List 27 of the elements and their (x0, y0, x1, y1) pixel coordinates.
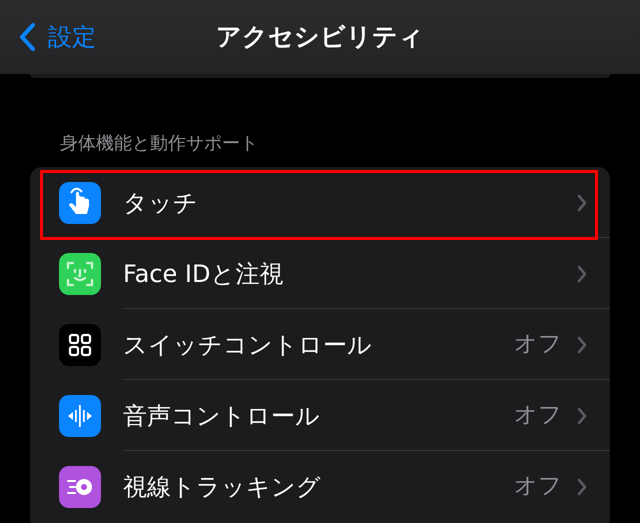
hand-pointer-icon (59, 182, 101, 224)
chevron-right-icon (576, 406, 588, 426)
back-button[interactable]: 設定 (0, 19, 96, 55)
face-scan-icon (59, 252, 101, 294)
row-value: オフ (514, 330, 562, 360)
sound-wave-icon (59, 394, 101, 436)
chevron-right-icon (576, 192, 588, 212)
row-value: オフ (514, 472, 562, 502)
chevron-right-icon (576, 334, 588, 354)
chevron-right-icon (576, 264, 588, 284)
settings-row[interactable]: スイッチコントロール オフ (30, 309, 610, 380)
row-label: 視線トラッキング (123, 472, 322, 502)
chevron-right-icon (576, 476, 588, 496)
row-label: 音声コントロール (123, 400, 321, 432)
settings-row[interactable]: 視線トラッキング オフ (30, 451, 610, 522)
settings-row[interactable]: タッチ (30, 167, 610, 238)
row-label: スイッチコントロール (123, 330, 373, 360)
settings-row[interactable]: Face IDと注視 (30, 238, 610, 309)
window-title: アクセシビリティ (216, 21, 424, 54)
settings-row[interactable]: 音声コントロール オフ (30, 380, 610, 451)
chevron-left-icon (18, 22, 36, 52)
row-label: タッチ (123, 188, 199, 218)
grid-squares-icon (59, 324, 101, 366)
eye-tracking-icon (59, 466, 101, 508)
section-header: 身体機能と動作サポート (60, 132, 259, 156)
row-label: Face IDと注視 (123, 258, 284, 290)
row-value: オフ (514, 401, 562, 430)
